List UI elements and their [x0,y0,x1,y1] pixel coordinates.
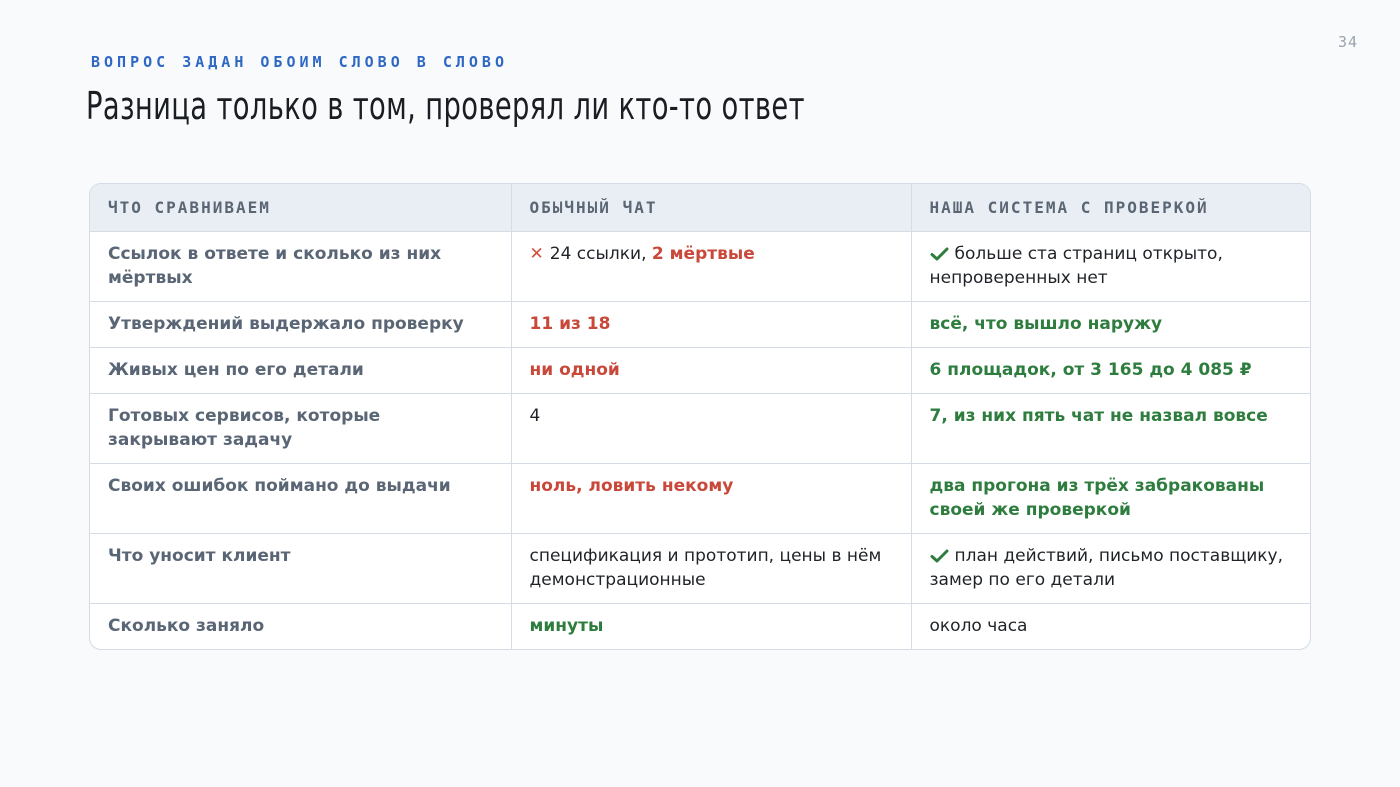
cross-icon: ✕ [529,244,544,264]
chat-value: спецификация и прототип, цены в нём демо… [529,546,882,590]
eyebrow-label: ВОПРОС ЗАДАН ОБОИМ СЛОВО В СЛОВО [91,53,508,71]
system-value: около часа [929,616,1028,636]
chat-highlight: минуты [529,616,604,636]
row-label: Живых цен по его детали [90,347,511,394]
table-row: Утверждений выдержало проверку 11 из 18 … [90,301,1310,348]
system-cell: два прогона из трёх забракованы своей же… [910,463,1310,534]
header-our-system: НАША СИСТЕМА С ПРОВЕРКОЙ [910,184,1310,232]
page-number: 34 [1337,33,1358,51]
chat-value: 4 [529,406,541,426]
system-value: больше ста страниц открыто, непроверенны… [929,244,1223,288]
system-cell: план действий, письмо поставщику, замер … [910,533,1310,604]
system-cell: всё, что вышло наружу [910,301,1310,348]
check-icon [930,549,948,563]
system-highlight: 7, из них пять чат не назвал вовсе [929,406,1268,426]
chat-highlight: 11 из 18 [529,314,611,334]
row-label: Своих ошибок поймано до выдачи [90,463,511,534]
system-cell: 7, из них пять чат не назвал вовсе [910,393,1310,464]
chat-highlight: 2 мёртвые [651,244,755,264]
chat-highlight: ни одной [529,360,620,380]
chat-value: 24 ссылки, [549,244,652,264]
system-highlight: два прогона из трёх забракованы своей же… [929,476,1265,520]
system-value: план действий, письмо поставщику, замер … [929,546,1284,590]
chat-cell: минуты [510,603,911,649]
chat-cell: 4 [510,393,911,464]
table-row: Готовых сервисов, которые закрывают зада… [90,393,1310,464]
row-label: Утверждений выдержало проверку [90,301,511,348]
system-cell: 6 площадок, от 3 165 до 4 085 ₽ [910,347,1310,394]
table-row: Своих ошибок поймано до выдачи ноль, лов… [90,463,1310,534]
system-highlight: всё, что вышло наружу [929,314,1163,334]
table-row: Что уносит клиент спецификация и прототи… [90,533,1310,604]
chat-cell: 11 из 18 [510,301,911,348]
row-label: Готовых сервисов, которые закрывают зада… [90,393,511,464]
chat-cell: ✕ 24 ссылки, 2 мёртвые [510,231,911,302]
row-label: Что уносит клиент [90,533,511,604]
table-row: Сколько заняло минуты около часа [90,603,1310,649]
slide-title: Разница только в том, проверял ли кто-то… [86,84,805,128]
system-highlight: 6 площадок, от 3 165 до 4 085 ₽ [929,360,1252,380]
header-regular-chat: ОБЫЧНЫЙ ЧАТ [510,184,911,232]
system-cell: больше ста страниц открыто, непроверенны… [910,231,1310,302]
chat-highlight: ноль, ловить некому [529,476,734,496]
table-row: Ссылок в ответе и сколько из них мёртвых… [90,231,1310,302]
table-header-row: ЧТО СРАВНИВАЕМ ОБЫЧНЫЙ ЧАТ НАША СИСТЕМА … [90,184,1310,232]
check-icon [930,247,948,261]
chat-cell: ни одной [510,347,911,394]
chat-cell: ноль, ловить некому [510,463,911,534]
system-cell: около часа [910,603,1310,649]
table-row: Живых цен по его детали ни одной 6 площа… [90,347,1310,394]
comparison-table: ЧТО СРАВНИВАЕМ ОБЫЧНЫЙ ЧАТ НАША СИСТЕМА … [89,183,1311,650]
row-label: Сколько заняло [90,603,511,649]
chat-cell: спецификация и прототип, цены в нём демо… [510,533,911,604]
row-label: Ссылок в ответе и сколько из них мёртвых [108,244,442,288]
header-compare: ЧТО СРАВНИВАЕМ [90,184,511,232]
